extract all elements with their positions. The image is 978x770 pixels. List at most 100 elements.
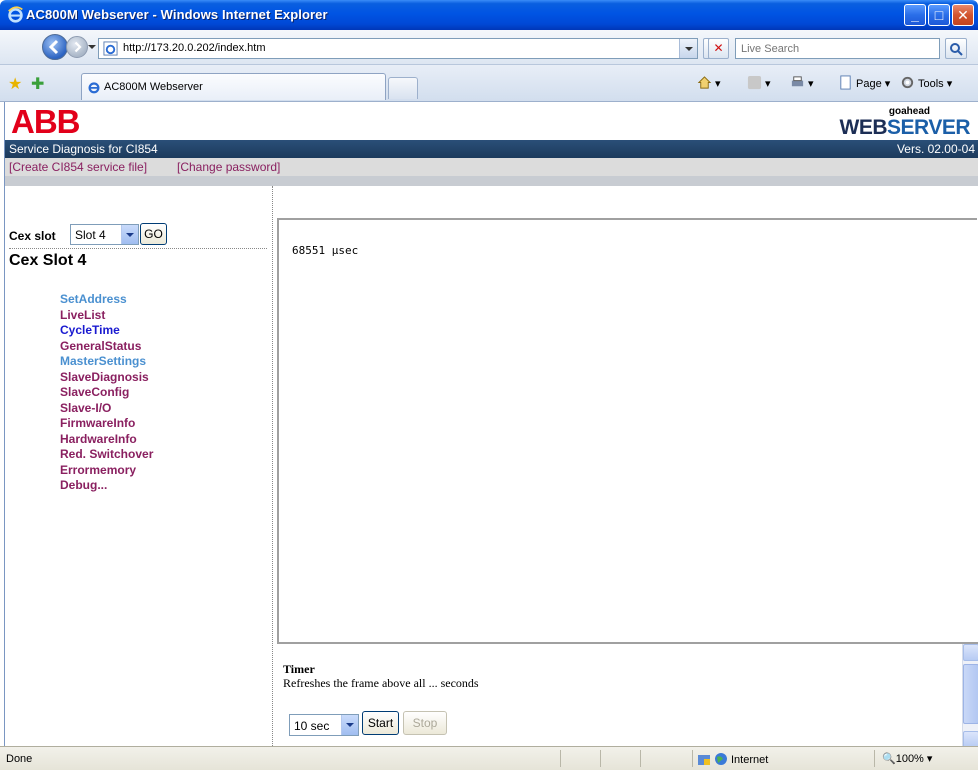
stop-icon: ✕	[713, 41, 724, 55]
chevron-down-icon	[121, 225, 138, 244]
slot-select-value: Slot 4	[75, 228, 106, 242]
nav-slavediagnosis[interactable]: SlaveDiagnosis	[60, 370, 149, 384]
logo-server-text: SERVER	[887, 116, 970, 139]
page-icon	[840, 75, 851, 90]
print-button[interactable]: ▾	[790, 75, 814, 90]
close-icon: ✕	[957, 7, 969, 23]
back-button[interactable]	[42, 34, 68, 60]
stop-button[interactable]: ✕	[708, 38, 729, 59]
scroll-down-icon[interactable]	[963, 731, 978, 746]
zone-label: Internet	[731, 754, 769, 766]
page-menu[interactable]: Page ▾	[838, 75, 890, 90]
tab-ac800m-webserver[interactable]: AC800M Webserver	[81, 73, 386, 100]
tools-menu[interactable]: Tools ▾	[900, 75, 952, 90]
nav-setaddress[interactable]: SetAddress	[60, 292, 127, 306]
timer-scrollbar[interactable]	[962, 644, 978, 746]
address-field[interactable]: http://173.20.0.202/index.htm	[98, 38, 698, 59]
zoom-level: 100%	[895, 753, 924, 765]
tab-label: AC800M Webserver	[104, 81, 203, 93]
timer-title: Timer	[283, 662, 315, 676]
window-title-bar[interactable]: AC800M Webserver - Windows Internet Expl…	[0, 0, 978, 30]
logo-web-text: WEB	[839, 116, 888, 139]
nav-generalstatus[interactable]: GeneralStatus	[60, 339, 141, 353]
home-icon	[697, 76, 712, 89]
service-header: Service Diagnosis for CI854 Vers. 02.00-…	[5, 140, 978, 158]
nav-errormemory[interactable]: Errormemory	[60, 463, 136, 477]
stop-timer-button[interactable]: Stop	[403, 711, 447, 735]
ie-page-icon	[103, 41, 118, 56]
add-favorites-icon[interactable]: ✚	[31, 74, 44, 94]
ie-logo-icon	[8, 6, 23, 23]
divider	[692, 750, 693, 767]
status-bar: Done Internet 🔍100% ▾	[0, 746, 978, 770]
search-input[interactable]	[741, 40, 931, 58]
favorites-star-icon[interactable]: ★	[8, 74, 22, 94]
divider-strip	[5, 176, 978, 186]
ie-tab-icon	[88, 82, 100, 94]
chevron-down-icon	[685, 47, 693, 51]
service-title: Service Diagnosis for CI854	[9, 142, 158, 156]
rss-icon	[747, 75, 762, 90]
start-button[interactable]: Start	[362, 711, 399, 735]
window-title: AC800M Webserver - Windows Internet Expl…	[26, 7, 328, 22]
create-service-file-link[interactable]: [Create CI854 service file]	[9, 160, 147, 174]
interval-select-value: 10 sec	[294, 719, 330, 733]
minimize-icon: _	[911, 7, 919, 23]
divider	[874, 750, 875, 767]
interval-select[interactable]: 10 sec	[289, 714, 359, 736]
zoom-control[interactable]: 🔍100% ▾	[882, 752, 932, 765]
security-zone[interactable]: Internet	[714, 752, 768, 766]
cex-slot-label: Cex slot	[9, 229, 56, 243]
address-url: http://173.20.0.202/index.htm	[123, 42, 266, 54]
search-icon	[950, 43, 963, 56]
separator	[9, 248, 267, 249]
change-password-link[interactable]: [Change password]	[177, 160, 280, 174]
print-icon	[791, 76, 804, 87]
home-button[interactable]: ▾	[697, 75, 721, 90]
forward-arrow-icon	[74, 41, 82, 53]
minimize-button[interactable]: _	[904, 4, 926, 26]
forward-button[interactable]	[66, 36, 88, 58]
nav-cycletime[interactable]: CycleTime	[60, 323, 120, 337]
zoom-icon: 🔍	[882, 753, 896, 765]
nav-livelist[interactable]: LiveList	[60, 308, 105, 322]
navigation-frame: Cex slot Slot 4 GO Cex Slot 4 SetAddress…	[5, 186, 273, 746]
nav-slaveconfig[interactable]: SlaveConfig	[60, 385, 129, 399]
svg-text:ABB: ABB	[11, 106, 80, 136]
abb-logo: ABB	[11, 106, 81, 136]
search-field[interactable]	[735, 38, 940, 59]
feeds-button[interactable]: ▾	[747, 75, 771, 90]
go-button[interactable]: GO	[140, 223, 167, 245]
gear-icon	[901, 76, 914, 89]
page-menu-label: Page	[856, 78, 882, 90]
scroll-up-icon[interactable]	[963, 644, 978, 661]
protected-mode-icon[interactable]	[697, 752, 711, 766]
output-frame: 68551 µsec	[277, 218, 977, 642]
history-dropdown-icon[interactable]	[88, 45, 96, 49]
tab-toolbar: ★ ✚ AC800M Webserver ▾ ▾ ▾ Page ▾ Tools …	[0, 65, 978, 102]
back-arrow-icon	[48, 39, 59, 55]
search-button[interactable]	[945, 38, 967, 59]
version-text: Vers. 02.00-04	[896, 142, 975, 156]
divider	[560, 750, 561, 767]
nav-mastersettings[interactable]: MasterSettings	[60, 354, 146, 368]
status-text: Done	[6, 753, 33, 765]
divider	[600, 750, 601, 767]
address-dropdown-button[interactable]	[679, 39, 697, 58]
cycle-time-output: 68551 µsec	[292, 244, 359, 257]
nav-slave-io[interactable]: Slave-I/O	[60, 401, 111, 415]
link-bar: [Create CI854 service file] [Change pass…	[5, 158, 978, 176]
slot-heading: Cex Slot 4	[9, 252, 87, 269]
maximize-icon: □	[934, 7, 944, 23]
nav-red-switchover[interactable]: Red. Switchover	[60, 447, 153, 461]
nav-debug[interactable]: Debug...	[60, 478, 107, 492]
nav-hardwareinfo[interactable]: HardwareInfo	[60, 432, 137, 446]
new-tab-button[interactable]	[388, 77, 418, 99]
timer-description: Refreshes the frame above all ... second…	[283, 676, 479, 690]
scroll-thumb[interactable]	[963, 664, 978, 724]
close-button[interactable]: ✕	[952, 4, 974, 26]
slot-select[interactable]: Slot 4	[70, 224, 139, 245]
maximize-button[interactable]: □	[928, 4, 950, 26]
chevron-down-icon	[341, 715, 358, 735]
nav-firmwareinfo[interactable]: FirmwareInfo	[60, 416, 135, 430]
